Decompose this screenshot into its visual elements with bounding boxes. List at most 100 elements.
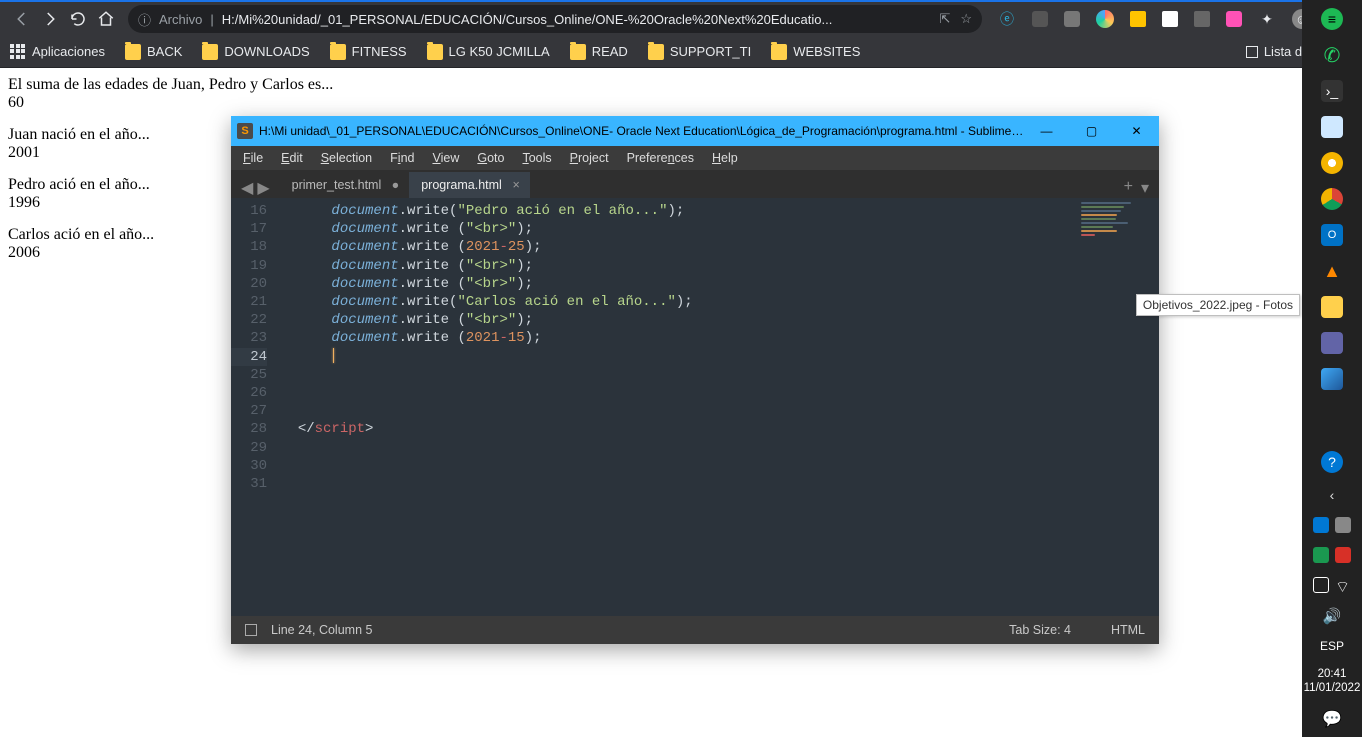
- clock[interactable]: 20:41 11/01/2022: [1304, 667, 1361, 695]
- output-value: 60: [8, 94, 1294, 112]
- wifi-icon[interactable]: ⌔: [1335, 577, 1351, 593]
- ext-icon-1[interactable]: ⓔ: [998, 10, 1016, 28]
- site-info-icon[interactable]: ⓘ: [138, 10, 151, 29]
- extensions-icon[interactable]: ✦: [1258, 10, 1276, 28]
- menu-tools[interactable]: Tools: [514, 149, 559, 167]
- text-caret: [333, 348, 334, 363]
- forward-button[interactable]: [36, 5, 64, 33]
- tab-primer-test[interactable]: primer_test.html ●: [280, 172, 410, 198]
- tab-close-icon[interactable]: ×: [513, 178, 520, 192]
- whatsapp-icon[interactable]: ✆: [1321, 44, 1343, 66]
- reload-button[interactable]: [64, 5, 92, 33]
- apps-shortcut[interactable]: Aplicaciones: [10, 44, 105, 60]
- chrome-canary-icon[interactable]: [1321, 152, 1343, 174]
- chrome-icon[interactable]: [1321, 188, 1343, 210]
- menu-edit[interactable]: Edit: [273, 149, 311, 167]
- sublime-tabs: ◀ ▶ primer_test.html ● programa.html × +…: [231, 170, 1159, 198]
- output-line: El suma de las edades de Juan, Pedro y C…: [8, 76, 1294, 94]
- bookmark-read[interactable]: READ: [570, 44, 628, 60]
- terminal-icon[interactable]: ›_: [1321, 80, 1343, 102]
- menu-goto[interactable]: Goto: [469, 149, 512, 167]
- tab-prev-icon[interactable]: ◀: [241, 178, 253, 198]
- ext-icon-6[interactable]: [1162, 11, 1178, 27]
- tab-menu-icon[interactable]: ▾: [1141, 178, 1149, 198]
- menu-file[interactable]: File: [235, 149, 271, 167]
- code-area[interactable]: document.write("Pedro ació en el año..."…: [275, 198, 1075, 616]
- vlc-icon[interactable]: ▲: [1321, 260, 1343, 282]
- close-button[interactable]: ✕: [1114, 116, 1159, 146]
- apps-label: Aplicaciones: [32, 44, 105, 59]
- tab-add-icon[interactable]: +: [1124, 178, 1133, 198]
- ext-icon-8[interactable]: [1226, 11, 1242, 27]
- outlook-icon[interactable]: O: [1321, 224, 1343, 246]
- spotify-icon[interactable]: ≡: [1321, 8, 1343, 30]
- notifications-icon[interactable]: 💬: [1322, 709, 1342, 729]
- volume-icon[interactable]: 🔊: [1323, 607, 1342, 625]
- explorer-icon[interactable]: [1321, 296, 1343, 318]
- star-icon[interactable]: ☆: [960, 11, 972, 27]
- folder-icon: [125, 44, 141, 60]
- url-bar[interactable]: ⓘ Archivo | H:/Mi%20unidad/_01_PERSONAL/…: [128, 5, 982, 33]
- bookmark-support[interactable]: SUPPORT_TI: [648, 44, 751, 60]
- status-syntax[interactable]: HTML: [1111, 623, 1145, 637]
- bookmark-downloads[interactable]: DOWNLOADS: [202, 44, 309, 60]
- folder-icon: [427, 44, 443, 60]
- tab-programa[interactable]: programa.html ×: [409, 172, 530, 198]
- onedrive-icon[interactable]: [1313, 517, 1329, 533]
- bookmark-websites[interactable]: WEBSITES: [771, 44, 860, 60]
- battery-icon[interactable]: [1313, 577, 1329, 593]
- menu-help[interactable]: Help: [704, 149, 746, 167]
- sublime-titlebar[interactable]: S H:\Mi unidad\_01_PERSONAL\EDUCACIÓN\Cu…: [231, 116, 1159, 146]
- menu-view[interactable]: View: [424, 149, 467, 167]
- menu-selection[interactable]: Selection: [313, 149, 380, 167]
- bookmark-back[interactable]: BACK: [125, 44, 182, 60]
- minimize-button[interactable]: —: [1024, 116, 1069, 146]
- ext-icon-2[interactable]: [1032, 11, 1048, 27]
- open-external-icon[interactable]: ⇱: [939, 11, 950, 27]
- folder-icon: [202, 44, 218, 60]
- help-icon[interactable]: ?: [1321, 451, 1343, 473]
- menu-project[interactable]: Project: [562, 149, 617, 167]
- back-button[interactable]: [8, 5, 36, 33]
- onedrive-grey-icon[interactable]: [1335, 517, 1351, 533]
- security-icon[interactable]: [1313, 547, 1329, 563]
- sublime-window: S H:\Mi unidad\_01_PERSONAL\EDUCACIÓN\Cu…: [231, 116, 1159, 644]
- sublime-logo-icon: S: [237, 123, 253, 139]
- bookmark-lg[interactable]: LG K50 JCMILLA: [427, 44, 550, 60]
- ext-icon-5[interactable]: [1130, 11, 1146, 27]
- tab-next-icon[interactable]: ▶: [257, 178, 269, 198]
- url-prefix-label: Archivo: [159, 12, 202, 27]
- photos-icon[interactable]: [1321, 368, 1343, 390]
- list-icon: [1246, 46, 1258, 58]
- system-taskbar: ≡ ✆ ›_ O ▲ ? ‹ ⌔ 🔊 ESP 20:41 11/01/2022 …: [1302, 0, 1362, 737]
- status-tabsize[interactable]: Tab Size: 4: [1009, 623, 1071, 637]
- teams-icon[interactable]: [1321, 332, 1343, 354]
- menu-find[interactable]: Find: [382, 149, 422, 167]
- extensions-area: ⓔ ✦ ☺ ⋮: [990, 9, 1354, 29]
- separator: |: [210, 12, 213, 27]
- ext-icon-4[interactable]: [1096, 10, 1114, 28]
- bookmarks-bar: Aplicaciones BACK DOWNLOADS FITNESS LG K…: [0, 36, 1362, 68]
- folder-icon: [570, 44, 586, 60]
- folder-icon: [330, 44, 346, 60]
- home-button[interactable]: [92, 5, 120, 33]
- gutter: 16171819202122232425262728293031: [231, 198, 275, 616]
- notepad-icon[interactable]: [1321, 116, 1343, 138]
- apps-icon: [10, 44, 26, 60]
- panel-switcher-icon[interactable]: [245, 624, 257, 636]
- menu-preferences[interactable]: Preferences: [619, 149, 702, 167]
- status-position[interactable]: Line 24, Column 5: [271, 623, 372, 637]
- app-icon[interactable]: [1335, 547, 1351, 563]
- minimap[interactable]: [1075, 198, 1159, 616]
- ext-icon-3[interactable]: [1064, 11, 1080, 27]
- bookmark-fitness[interactable]: FITNESS: [330, 44, 407, 60]
- ext-icon-7[interactable]: [1194, 11, 1210, 27]
- maximize-button[interactable]: ▢: [1069, 116, 1114, 146]
- dirty-indicator-icon: ●: [392, 178, 400, 192]
- folder-icon: [648, 44, 664, 60]
- tray-expand-icon[interactable]: ‹: [1330, 487, 1335, 503]
- url-text: H:/Mi%20unidad/_01_PERSONAL/EDUCACIÓN/Cu…: [222, 12, 932, 27]
- sublime-title: H:\Mi unidad\_01_PERSONAL\EDUCACIÓN\Curs…: [259, 124, 1024, 138]
- sublime-menubar: File Edit Selection Find View Goto Tools…: [231, 146, 1159, 170]
- language-indicator[interactable]: ESP: [1320, 639, 1344, 653]
